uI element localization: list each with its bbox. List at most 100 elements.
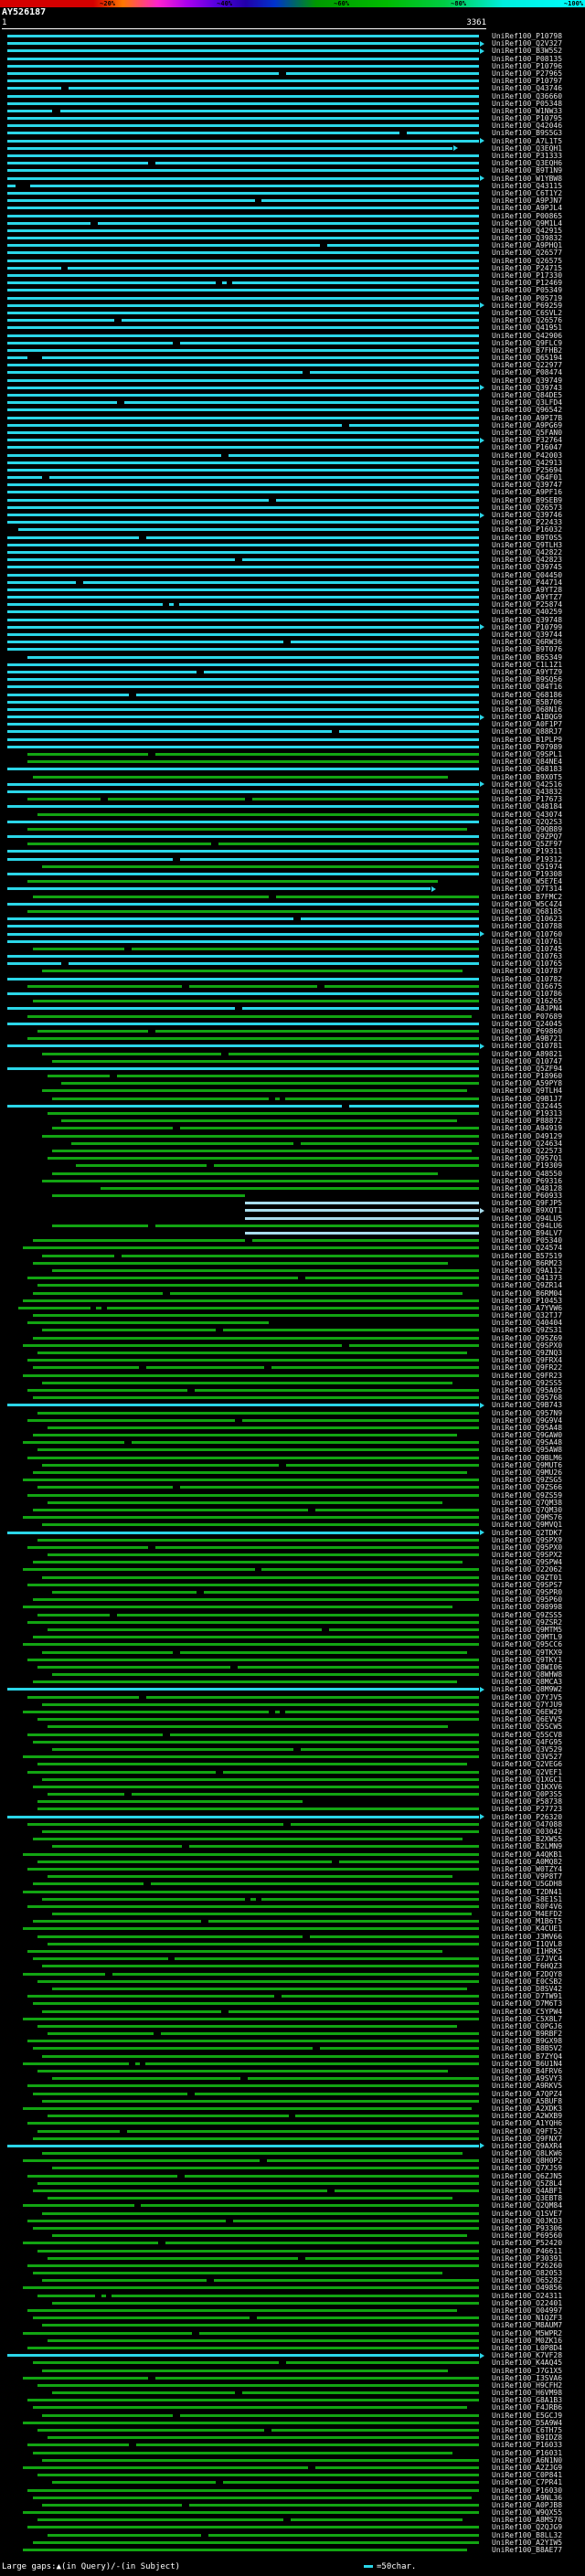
hit-bar-segment[interactable] — [42, 1575, 480, 1579]
hit-bar-segment[interactable] — [42, 1965, 480, 1968]
hit-bar-segment[interactable] — [7, 618, 480, 621]
hit-bar-segment[interactable] — [32, 1636, 480, 1639]
hit-bar-segment[interactable] — [97, 221, 480, 225]
hit-bar-segment[interactable] — [27, 984, 183, 988]
hit-bar-segment[interactable] — [27, 1658, 480, 1661]
hit-bar-segment[interactable] — [245, 1202, 480, 1205]
hit-bar-segment[interactable] — [348, 1343, 480, 1347]
hit-bar-segment[interactable] — [7, 371, 303, 375]
hit-bar-segment[interactable] — [27, 1695, 139, 1699]
hit-bar-segment[interactable] — [27, 1822, 284, 1826]
hit-bar-segment[interactable] — [276, 895, 480, 898]
hit-bar-segment[interactable] — [37, 1284, 480, 1288]
hit-bar-segment[interactable] — [27, 1388, 187, 1392]
hit-bar-segment[interactable] — [23, 2511, 480, 2515]
hit-bar-segment[interactable] — [69, 87, 480, 90]
hit-bar-segment[interactable] — [37, 2070, 448, 2072]
hit-bar-segment[interactable] — [155, 1224, 480, 1227]
hit-bar-segment[interactable] — [179, 1127, 480, 1130]
hit-bar-segment[interactable] — [314, 1508, 480, 1511]
hit-bar-segment[interactable] — [7, 1007, 236, 1011]
hit-bar-segment[interactable] — [7, 917, 293, 921]
hit-bar-segment[interactable] — [83, 580, 480, 584]
hit-bar-segment[interactable] — [7, 1815, 480, 1818]
hit-bar-segment[interactable] — [204, 1591, 480, 1594]
hit-bar-segment[interactable] — [7, 57, 480, 60]
hit-bar-segment[interactable] — [37, 1665, 231, 1669]
hit-bar-segment[interactable] — [51, 2301, 480, 2305]
hit-bar-segment[interactable] — [23, 1972, 105, 1976]
hit-bar-segment[interactable] — [42, 864, 480, 868]
hit-bar-segment[interactable] — [47, 2436, 480, 2440]
hit-bar-segment[interactable] — [32, 2136, 480, 2140]
hit-bar-segment[interactable] — [155, 1545, 480, 1549]
hit-bar-segment[interactable] — [7, 685, 480, 689]
hit-bar-segment[interactable] — [285, 2361, 480, 2365]
hit-bar-segment[interactable] — [23, 1343, 342, 1347]
hit-bar-segment[interactable] — [27, 843, 212, 846]
hit-bar-segment[interactable] — [7, 446, 480, 450]
hit-bar-segment[interactable] — [223, 1770, 480, 1774]
hit-bar-segment[interactable] — [42, 2099, 480, 2103]
hit-bar-segment[interactable] — [37, 1935, 303, 1938]
hit-bar-segment[interactable] — [168, 603, 174, 607]
hit-bar-segment[interactable] — [7, 132, 399, 135]
hit-bar-segment[interactable] — [7, 394, 480, 397]
hit-bar-segment[interactable] — [7, 64, 480, 68]
hit-bar-segment[interactable] — [27, 1950, 443, 1953]
hit-bar-segment[interactable] — [7, 146, 453, 150]
hit-bar-segment[interactable] — [42, 1830, 480, 1833]
hit-bar-segment[interactable] — [47, 2533, 202, 2537]
hit-bar-segment[interactable] — [27, 2174, 178, 2178]
hit-bar-segment[interactable] — [7, 723, 480, 726]
hit-bar-segment[interactable] — [42, 1523, 480, 1527]
hit-bar-segment[interactable] — [42, 2009, 221, 2013]
hit-bar-segment[interactable] — [42, 2324, 480, 2327]
hit-bar-segment[interactable] — [47, 1075, 111, 1078]
hit-bar-segment[interactable] — [37, 2129, 120, 2133]
hit-bar-segment[interactable] — [61, 1082, 480, 1086]
hit-bar-segment[interactable] — [7, 259, 480, 262]
hit-bar-segment[interactable] — [189, 2503, 480, 2507]
hit-bar-segment[interactable] — [23, 2106, 473, 2110]
hit-bar-segment[interactable] — [7, 641, 284, 644]
hit-bar-segment[interactable] — [42, 1650, 173, 1654]
hit-bar-segment[interactable] — [285, 71, 480, 75]
hit-bar-segment[interactable] — [42, 1777, 480, 1781]
hit-bar-segment[interactable] — [165, 2242, 480, 2245]
hit-bar-segment[interactable] — [7, 566, 480, 569]
hit-bar-segment[interactable] — [42, 1329, 217, 1332]
hit-bar-segment[interactable] — [7, 117, 480, 121]
hit-bar-segment[interactable] — [242, 2391, 480, 2395]
hit-bar-segment[interactable] — [179, 1486, 480, 1489]
hit-bar-segment[interactable] — [23, 1643, 480, 1647]
hit-bar-segment[interactable] — [27, 1321, 270, 1325]
hit-bar-segment[interactable] — [27, 2084, 480, 2088]
hit-bar-segment[interactable] — [221, 281, 227, 285]
hit-bar-segment[interactable] — [47, 2032, 154, 2036]
hit-bar-segment[interactable] — [96, 1306, 101, 1309]
hit-bar-segment[interactable] — [23, 2421, 480, 2424]
hit-bar-segment[interactable] — [42, 2369, 448, 2372]
hit-bar-segment[interactable] — [51, 2391, 236, 2395]
hit-bar-segment[interactable] — [60, 109, 480, 112]
hit-bar-segment[interactable] — [7, 610, 480, 614]
hit-bar-segment[interactable] — [32, 1366, 139, 1370]
hit-bar-segment[interactable] — [7, 42, 480, 46]
hit-bar-segment[interactable] — [37, 2383, 480, 2387]
hit-bar-segment[interactable] — [37, 1763, 467, 1766]
hit-bar-segment[interactable] — [32, 2189, 327, 2192]
hit-bar-segment[interactable] — [42, 1702, 480, 1706]
hit-bar-segment[interactable] — [37, 2024, 458, 2028]
hit-bar-segment[interactable] — [42, 2458, 480, 2462]
hit-bar-segment[interactable] — [7, 401, 118, 405]
hit-bar-segment[interactable] — [37, 2294, 96, 2297]
hit-bar-segment[interactable] — [7, 87, 62, 90]
hit-bar-segment[interactable] — [7, 1044, 480, 1048]
hit-bar-segment[interactable] — [42, 1254, 115, 1257]
hit-bar-segment[interactable] — [319, 2047, 480, 2051]
hit-bar-segment[interactable] — [7, 109, 52, 112]
hit-bar-segment[interactable] — [170, 1291, 463, 1295]
hit-bar-segment[interactable] — [189, 1845, 480, 1849]
hit-bar-segment[interactable] — [7, 334, 480, 337]
